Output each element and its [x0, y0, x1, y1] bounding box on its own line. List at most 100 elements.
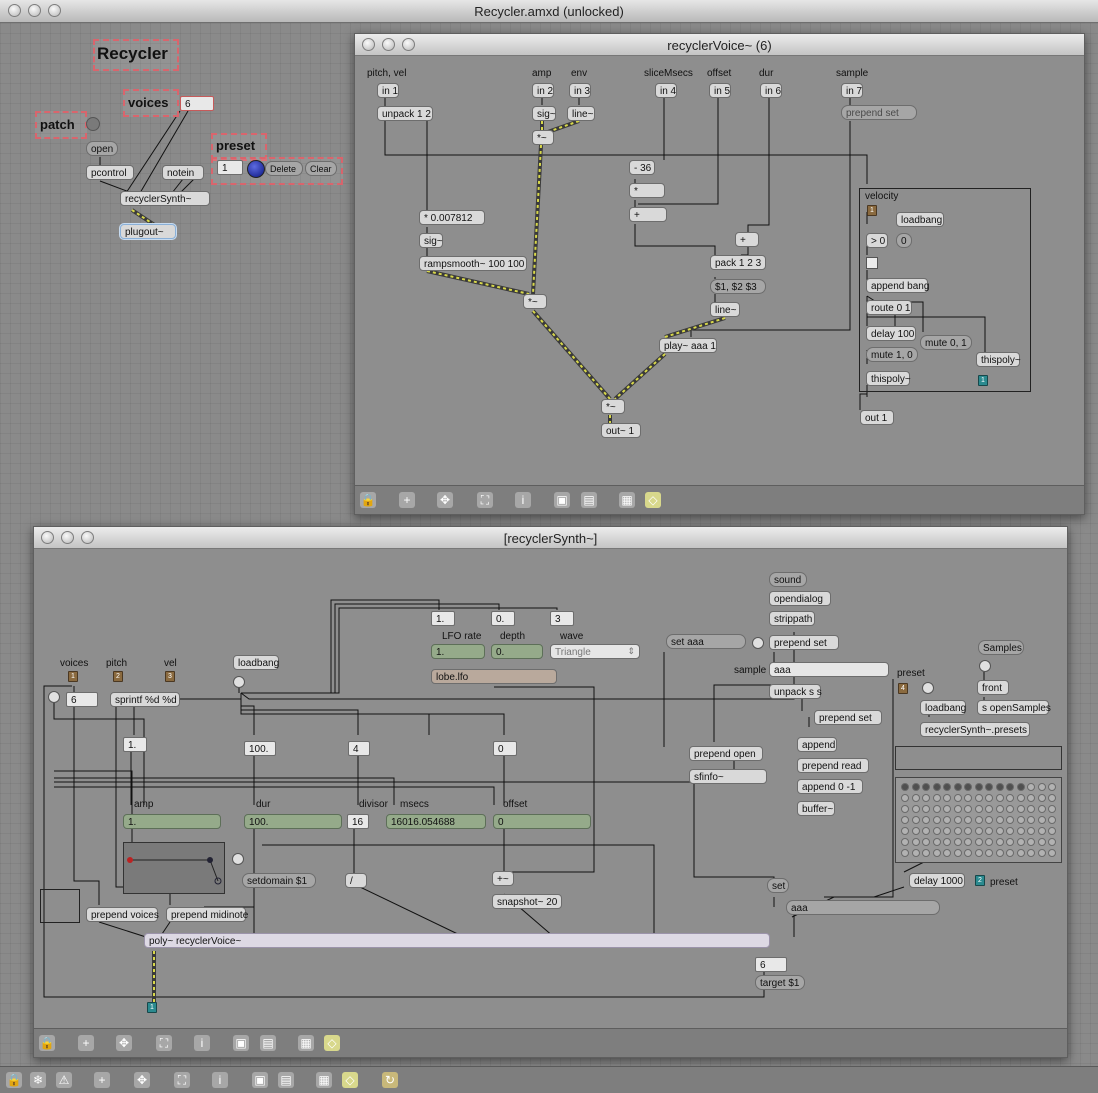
presentation-icon[interactable]: ⛶ — [477, 492, 493, 508]
presets-object[interactable]: recyclerSynth~.presets — [920, 722, 1030, 737]
presentation-icon[interactable]: ⛶ — [156, 1035, 172, 1051]
route-object[interactable]: route 0 1 — [866, 300, 912, 315]
amp-number[interactable]: 1. — [123, 814, 221, 829]
sig-object[interactable]: sig~ — [532, 106, 556, 121]
bring-front-icon[interactable]: ▣ — [233, 1035, 249, 1051]
preset-slot[interactable] — [995, 783, 1004, 791]
preset-bang[interactable] — [922, 682, 934, 694]
target-message[interactable]: target $1 — [755, 975, 805, 990]
preset-slot[interactable] — [953, 816, 962, 824]
mute10-message[interactable]: mute 1, 0 — [866, 347, 918, 362]
vel-inlet[interactable]: 3 — [165, 671, 175, 682]
send-back-icon[interactable]: ▤ — [260, 1035, 276, 1051]
presentation-icon[interactable]: ⛶ — [174, 1072, 190, 1088]
preset-slot[interactable] — [1006, 794, 1014, 802]
plus2-object[interactable]: + — [735, 232, 759, 247]
buffer-object[interactable]: buffer~ — [797, 801, 835, 816]
minus36-object[interactable]: - 36 — [629, 160, 655, 175]
preset-slot[interactable] — [1006, 827, 1014, 835]
preset-slot[interactable] — [974, 794, 983, 802]
preset-slot[interactable] — [922, 805, 930, 813]
lfo-rate-number[interactable]: 1. — [431, 644, 485, 659]
grid-icon[interactable]: ▦ — [298, 1035, 314, 1051]
plus-tilde-object[interactable]: +~ — [492, 871, 514, 886]
num-1b-box[interactable]: 1. — [123, 737, 147, 752]
preset-slot[interactable] — [943, 783, 951, 791]
num-0b-box[interactable]: 0 — [493, 741, 517, 756]
in1-object[interactable]: in 1 — [377, 83, 399, 98]
preset-slot[interactable] — [1037, 816, 1046, 824]
preset-slot[interactable] — [1027, 849, 1035, 857]
info-icon[interactable]: i — [212, 1072, 228, 1088]
preset-slot[interactable] — [953, 838, 962, 846]
preset-slot[interactable] — [922, 838, 930, 846]
snapshot-object[interactable]: snapshot~ 20 — [492, 894, 562, 909]
preset-slot[interactable] — [985, 805, 993, 813]
preset-slot[interactable] — [974, 849, 983, 857]
prepend-set-message[interactable]: prepend set — [841, 105, 917, 120]
preset-slot[interactable] — [1016, 805, 1025, 813]
preset-slot[interactable] — [1027, 805, 1035, 813]
preset-slot[interactable] — [1006, 783, 1014, 791]
preset-slot[interactable] — [911, 783, 920, 791]
freeze-icon[interactable]: ❄ — [30, 1072, 46, 1088]
preset-slot[interactable] — [932, 805, 941, 813]
preset-slot[interactable] — [964, 838, 972, 846]
patch-bang[interactable] — [86, 117, 100, 131]
preset-slot[interactable] — [922, 849, 930, 857]
rampsmooth-object[interactable]: rampsmooth~ 100 100 — [419, 256, 527, 271]
warning-icon[interactable]: ⚠ — [56, 1072, 72, 1088]
synth-outlet[interactable]: 1 — [147, 1002, 157, 1013]
preset-slot[interactable] — [1048, 838, 1056, 846]
num-4-box[interactable]: 4 — [348, 741, 370, 756]
s-opensamples-object[interactable]: s openSamples — [977, 700, 1051, 715]
append-0-1-object[interactable]: append 0 -1 — [797, 779, 863, 794]
preset-slot[interactable] — [1006, 805, 1014, 813]
preset-slot[interactable] — [1016, 783, 1025, 791]
move-icon[interactable]: ✥ — [134, 1072, 150, 1088]
add-icon[interactable]: + — [94, 1072, 110, 1088]
voices-inlet[interactable]: 1 — [68, 671, 78, 682]
sprintf-object[interactable]: sprintf %d %d — [110, 692, 180, 707]
grid-icon[interactable]: ▦ — [619, 492, 635, 508]
preset-slot[interactable] — [985, 783, 993, 791]
loadbang-object[interactable]: loadbang — [896, 212, 944, 227]
msecs-number[interactable]: 16016.054688 — [386, 814, 486, 829]
unpack-object[interactable]: unpack 1 2 — [377, 106, 433, 121]
preset-slot[interactable] — [985, 816, 993, 824]
preset-slot[interactable] — [1037, 794, 1046, 802]
pcontrol-object[interactable]: pcontrol — [86, 165, 134, 180]
aaa-message[interactable]: aaa — [786, 900, 940, 915]
preset-slot[interactable] — [953, 783, 962, 791]
prepend-voices-object[interactable]: prepend voices — [86, 907, 159, 922]
preset-slot[interactable] — [1048, 794, 1056, 802]
preset-slot[interactable] — [995, 849, 1004, 857]
velocity-outlet[interactable]: 1 — [978, 375, 988, 386]
sig2-object[interactable]: sig~ — [419, 233, 443, 248]
bring-front-icon[interactable]: ▣ — [252, 1072, 268, 1088]
in2-object[interactable]: in 2 — [532, 83, 554, 98]
thispoly-object-1[interactable]: thispoly~ — [976, 352, 1021, 367]
preset-slot[interactable] — [1006, 816, 1014, 824]
in5-object[interactable]: in 5 — [709, 83, 731, 98]
preset-slot[interactable] — [932, 783, 941, 791]
preset-slot[interactable] — [964, 849, 972, 857]
loadbang-object-2[interactable]: loadbang — [920, 700, 966, 715]
prepend-read-object[interactable]: prepend read — [797, 758, 869, 773]
preset-slot[interactable] — [943, 849, 951, 857]
mul-object[interactable]: *~ — [532, 130, 554, 145]
add-icon[interactable]: + — [399, 492, 415, 508]
format-message[interactable]: $1, $2 $3 — [710, 279, 766, 294]
preset-slot[interactable] — [1016, 838, 1025, 846]
out1-object[interactable]: out 1 — [860, 410, 894, 425]
preset-slot[interactable] — [1037, 849, 1046, 857]
envelope-function-editor[interactable] — [123, 842, 225, 894]
preset-slot[interactable] — [1006, 849, 1014, 857]
preset-slot[interactable] — [1048, 783, 1056, 791]
preset-slot[interactable] — [1027, 783, 1035, 791]
loadbang-bang[interactable] — [233, 676, 245, 688]
voices-number[interactable]: 6 — [66, 692, 98, 707]
set-bang[interactable] — [752, 637, 764, 649]
lock-icon[interactable]: 🔒 — [6, 1072, 22, 1088]
preset-slot[interactable] — [1016, 816, 1025, 824]
